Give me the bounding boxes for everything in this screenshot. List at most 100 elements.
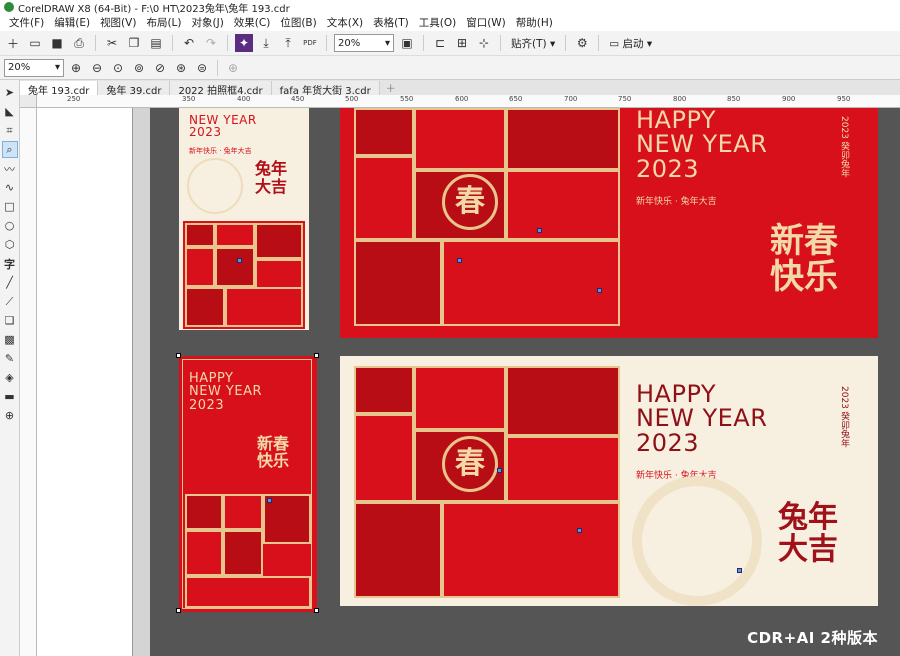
connector-tool-icon[interactable]: ⟋ xyxy=(2,293,18,310)
drop-shadow-icon[interactable]: ❏ xyxy=(2,312,18,329)
path-node[interactable] xyxy=(737,568,742,573)
pan-icon[interactable]: ⊕ xyxy=(224,59,242,77)
menu-edit[interactable]: 编辑(E) xyxy=(49,15,95,30)
ruler-tick: 750 xyxy=(618,95,632,103)
ruler-tick: 350 xyxy=(182,95,196,103)
poster-cream-vertical[interactable]: NEW YEAR 2023 新年快乐 · 兔年大吉 兔年 大吉 xyxy=(179,108,309,330)
poster-cream-horizontal[interactable]: 春 HAPPY NEW YEAR 2023 新年快乐 · 兔年大吉 2023 癸… xyxy=(340,356,878,606)
menu-bitmaps[interactable]: 位图(B) xyxy=(275,15,321,30)
parallel-dimension-icon[interactable]: ╱ xyxy=(2,274,18,291)
artistic-media-icon[interactable]: ∿ xyxy=(2,179,18,196)
transparency-icon[interactable]: ▩ xyxy=(2,331,18,348)
paste-icon[interactable]: ▤ xyxy=(147,34,165,52)
export-icon[interactable]: ⤒ xyxy=(279,34,297,52)
menu-text[interactable]: 文本(X) xyxy=(322,15,368,30)
tunian-top: 兔年 xyxy=(255,159,288,178)
interactive-fill-icon[interactable]: ◈ xyxy=(2,369,18,386)
print-icon[interactable]: ⎙ xyxy=(70,34,88,52)
ruler-tick: 600 xyxy=(455,95,469,103)
crop-tool-icon[interactable]: ⌗ xyxy=(2,122,18,139)
full-screen-icon[interactable]: ▣ xyxy=(398,34,416,52)
new-tab-icon[interactable]: ＋ xyxy=(380,80,402,95)
tab-document-1[interactable]: 兔年 193.cdr xyxy=(20,81,99,97)
happy-text: HAPPY xyxy=(636,108,717,134)
horizontal-ruler[interactable]: 250 350 400 450 500 550 600 650 700 750 … xyxy=(37,95,900,108)
vertical-year-text: 2023 癸卯兔年 xyxy=(839,116,849,178)
ruler-origin[interactable] xyxy=(20,95,37,108)
menu-object[interactable]: 对象(J) xyxy=(187,15,229,30)
menu-view[interactable]: 视图(V) xyxy=(95,15,141,30)
zoom-in-icon[interactable]: ⊕ xyxy=(67,59,85,77)
tunian-bottom: 大吉 xyxy=(778,531,838,567)
import-icon[interactable]: ⤓ xyxy=(257,34,275,52)
text-tool-icon[interactable]: 字 xyxy=(2,255,18,272)
year-text: 2023 xyxy=(189,125,222,140)
zoom-out-icon[interactable]: ⊖ xyxy=(88,59,106,77)
vertical-ruler[interactable] xyxy=(20,108,37,656)
menu-effects[interactable]: 效果(C) xyxy=(229,15,276,30)
page-area[interactable] xyxy=(37,108,133,656)
undo-icon[interactable]: ↶ xyxy=(180,34,198,52)
pick-tool-icon[interactable]: ➤ xyxy=(2,84,18,101)
separator xyxy=(172,35,173,51)
options-gear-icon[interactable]: ⚙ xyxy=(573,34,591,52)
add-tool-icon[interactable]: ⊕ xyxy=(2,407,18,424)
zoom-to-page-icon[interactable]: ⊘ xyxy=(151,59,169,77)
polygon-tool-icon[interactable]: ⬡ xyxy=(2,236,18,253)
selection-handle[interactable] xyxy=(176,608,181,613)
publish-pdf-icon[interactable]: PDF xyxy=(301,34,319,52)
path-node[interactable] xyxy=(267,498,272,503)
zoom-level-select[interactable]: 20% ▾ xyxy=(334,34,394,52)
poster-red-horizontal[interactable]: 春 HAPPY NEW YEAR 2023 新年快乐 · 兔年大吉 2023 癸… xyxy=(340,108,878,338)
save-icon[interactable]: ■ xyxy=(48,34,66,52)
tab-document-2[interactable]: 兔年 39.cdr xyxy=(98,81,171,97)
property-zoom-select[interactable]: 20% ▾ xyxy=(4,58,64,77)
zoom-to-width-icon[interactable]: ⊛ xyxy=(172,59,190,77)
menu-window[interactable]: 窗口(W) xyxy=(461,15,511,30)
grid-cell xyxy=(414,108,506,170)
menu-help[interactable]: 帮助(H) xyxy=(511,15,558,30)
zoom-level-value: 20% xyxy=(338,37,361,49)
redo-icon[interactable]: ↷ xyxy=(202,34,220,52)
path-node[interactable] xyxy=(537,228,542,233)
drawing-canvas[interactable]: NEW YEAR 2023 新年快乐 · 兔年大吉 兔年 大吉 春 HAPPY … xyxy=(37,108,900,656)
menu-file[interactable]: 文件(F) xyxy=(4,15,49,30)
zoom-to-all-objects-icon[interactable]: ⊚ xyxy=(130,59,148,77)
path-node[interactable] xyxy=(577,528,582,533)
show-guidelines-icon[interactable]: ⊹ xyxy=(475,34,493,52)
zoom-to-selected-icon[interactable]: ⊙ xyxy=(109,59,127,77)
new-document-icon[interactable]: ＋ xyxy=(4,34,22,52)
cut-icon[interactable]: ✂ xyxy=(103,34,121,52)
menu-layout[interactable]: 布局(L) xyxy=(141,15,186,30)
shape-tool-icon[interactable]: ◣ xyxy=(2,103,18,120)
application-launcher[interactable]: ▭ 启动 ▾ xyxy=(606,36,655,51)
show-grid-icon[interactable]: ⊞ xyxy=(453,34,471,52)
path-node[interactable] xyxy=(597,288,602,293)
poster-red-vertical[interactable]: HAPPY NEW YEAR 2023 新春 快乐 xyxy=(179,356,317,612)
menu-tools[interactable]: 工具(O) xyxy=(414,15,461,30)
rectangle-tool-icon[interactable]: □ xyxy=(2,198,18,215)
eyedropper-icon[interactable]: ✎ xyxy=(2,350,18,367)
selection-handle[interactable] xyxy=(314,353,319,358)
path-node[interactable] xyxy=(457,258,462,263)
selection-handle[interactable] xyxy=(176,353,181,358)
selection-handle[interactable] xyxy=(314,608,319,613)
show-rulers-icon[interactable]: ⊏ xyxy=(431,34,449,52)
spring-seal: 春 xyxy=(442,174,498,230)
open-folder-icon[interactable]: ▭ xyxy=(26,34,44,52)
freehand-tool-icon[interactable]: 〰 xyxy=(2,160,18,177)
search-content-icon[interactable]: ✦ xyxy=(235,34,253,52)
snap-to-dropdown[interactable]: 贴齐(T) ▾ xyxy=(508,36,558,51)
ruler-tick: 900 xyxy=(782,95,796,103)
tab-document-4[interactable]: fafa 年货大街 3.cdr xyxy=(271,81,380,97)
tab-document-3[interactable]: 2022 拍照框4.cdr xyxy=(170,81,272,97)
grid-cell xyxy=(185,247,215,287)
menu-table[interactable]: 表格(T) xyxy=(368,15,414,30)
path-node[interactable] xyxy=(497,468,502,473)
smart-fill-icon[interactable]: ▬ xyxy=(2,388,18,405)
path-node[interactable] xyxy=(237,258,242,263)
copy-icon[interactable]: ❐ xyxy=(125,34,143,52)
zoom-to-height-icon[interactable]: ⊜ xyxy=(193,59,211,77)
zoom-tool-icon[interactable]: ⌕ xyxy=(1,141,18,158)
ellipse-tool-icon[interactable]: ○ xyxy=(2,217,18,234)
